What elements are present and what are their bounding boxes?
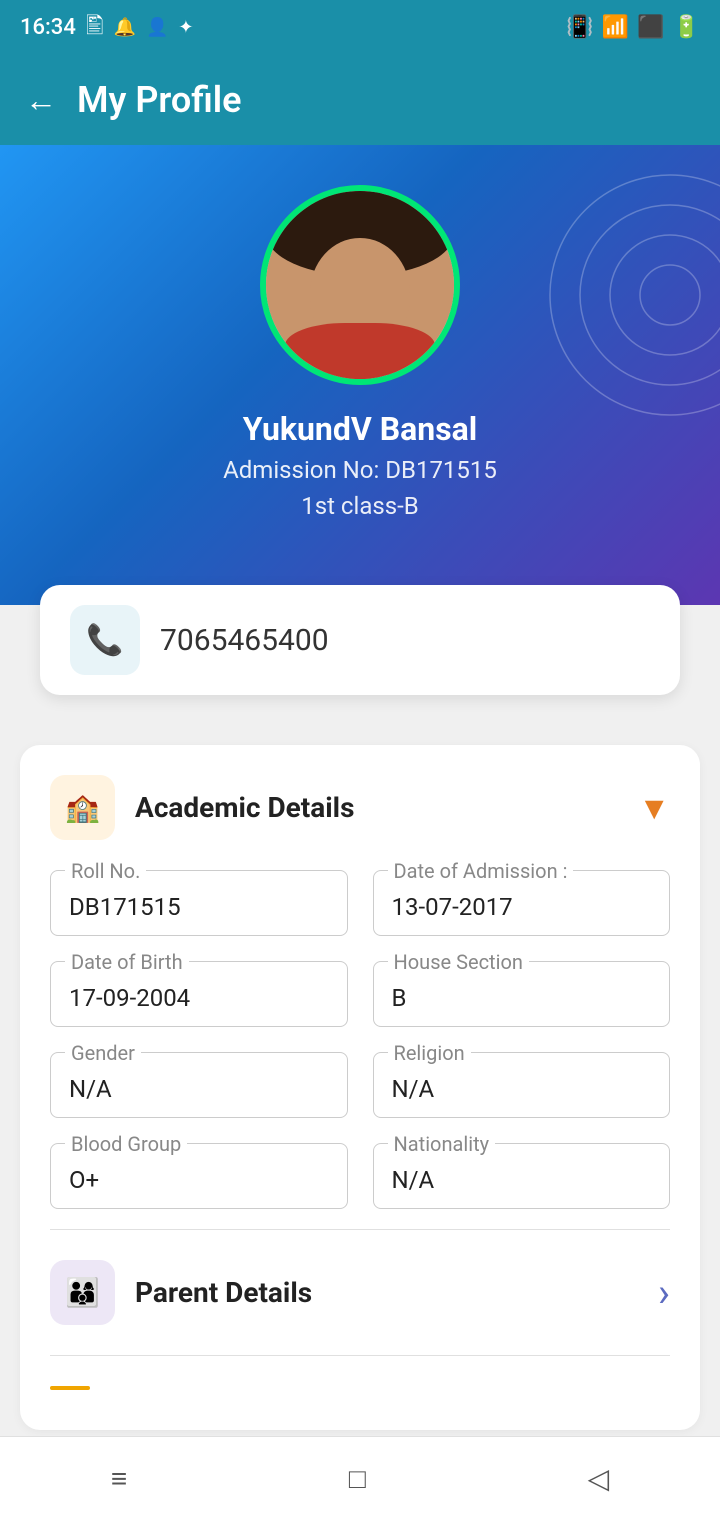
parent-icon: 👨‍👩‍👦 bbox=[65, 1276, 100, 1309]
parent-section-title: Parent Details bbox=[135, 1276, 312, 1309]
avatar bbox=[260, 185, 460, 385]
academic-fields-grid: Roll No. DB171515 Date of Admission : 13… bbox=[50, 870, 670, 1209]
value-roll-no: DB171515 bbox=[69, 893, 329, 921]
field-blood-group: Blood Group O+ bbox=[50, 1143, 348, 1209]
label-date-admission: Date of Admission : bbox=[388, 859, 574, 883]
bluetooth-icon: ✦ bbox=[178, 17, 193, 38]
value-blood-group: O+ bbox=[69, 1166, 329, 1194]
status-bar: 16:34 🖺 🔔 👤 ✦ 📳 📶 ⬛ 🔋 bbox=[0, 0, 720, 55]
decorative-circles bbox=[420, 145, 720, 545]
field-date-admission: Date of Admission : 13-07-2017 bbox=[373, 870, 671, 936]
academic-section-title: Academic Details bbox=[135, 791, 354, 824]
profile-image bbox=[266, 191, 454, 379]
field-house-section: House Section B bbox=[373, 961, 671, 1027]
value-gender: N/A bbox=[69, 1075, 329, 1103]
profile-admission: Admission No: DB171515 bbox=[223, 456, 497, 484]
parent-chevron-icon[interactable]: › bbox=[658, 1269, 670, 1316]
field-roll-no: Roll No. DB171515 bbox=[50, 870, 348, 936]
status-bar-right: 📳 📶 ⬛ 🔋 bbox=[566, 15, 700, 40]
field-nationality: Nationality N/A bbox=[373, 1143, 671, 1209]
bottom-nav: ≡ □ ◁ bbox=[0, 1436, 720, 1520]
value-house-section: B bbox=[392, 984, 652, 1012]
battery-icon: 🔋 bbox=[673, 15, 700, 40]
label-blood-group: Blood Group bbox=[65, 1132, 187, 1156]
details-card: 🏫 Academic Details ▼ Roll No. DB171515 D… bbox=[20, 745, 700, 1430]
parent-divider bbox=[50, 1355, 670, 1356]
vibrate-icon: 📳 bbox=[566, 15, 593, 40]
wifi-icon: 📶 bbox=[602, 15, 629, 40]
academic-icon: 🏫 bbox=[65, 791, 100, 824]
phone-number: 7065465400 bbox=[160, 623, 329, 658]
parent-section[interactable]: 👨‍👩‍👦 Parent Details › bbox=[50, 1250, 670, 1335]
page-title: My Profile bbox=[77, 79, 241, 121]
back-nav-icon[interactable]: ◁ bbox=[588, 1462, 610, 1495]
parent-icon-box: 👨‍👩‍👦 bbox=[50, 1260, 115, 1325]
screen-icon: ⬛ bbox=[637, 15, 664, 40]
back-button[interactable]: ← bbox=[25, 81, 57, 119]
profile-header: YukundV Bansal Admission No: DB171515 1s… bbox=[0, 145, 720, 625]
phone-card: 📞 7065465400 bbox=[40, 585, 680, 695]
label-date-birth: Date of Birth bbox=[65, 950, 189, 974]
profile-name: YukundV Bansal bbox=[243, 410, 477, 448]
value-date-admission: 13-07-2017 bbox=[392, 893, 652, 921]
field-date-birth: Date of Birth 17-09-2004 bbox=[50, 961, 348, 1027]
section-divider bbox=[50, 1229, 670, 1230]
more-indicators bbox=[50, 1376, 670, 1400]
avatar-icon: 👤 bbox=[146, 17, 168, 38]
academic-chevron-icon[interactable]: ▼ bbox=[638, 789, 670, 827]
label-religion: Religion bbox=[388, 1041, 471, 1065]
phone-icon: 📞 bbox=[86, 623, 123, 658]
home-icon[interactable]: □ bbox=[349, 1462, 366, 1495]
value-religion: N/A bbox=[392, 1075, 652, 1103]
label-nationality: Nationality bbox=[388, 1132, 496, 1156]
academic-icon-box: 🏫 bbox=[50, 775, 115, 840]
sim-icon: 🖺 bbox=[86, 9, 104, 47]
status-time: 16:34 bbox=[20, 15, 76, 40]
notification-icon: 🔔 bbox=[114, 17, 136, 38]
academic-section-header[interactable]: 🏫 Academic Details ▼ bbox=[50, 775, 670, 840]
main-content: 🏫 Academic Details ▼ Roll No. DB171515 D… bbox=[0, 715, 720, 1450]
value-date-birth: 17-09-2004 bbox=[69, 984, 329, 1012]
field-gender: Gender N/A bbox=[50, 1052, 348, 1118]
label-roll-no: Roll No. bbox=[65, 859, 146, 883]
phone-icon-box: 📞 bbox=[70, 605, 140, 675]
label-gender: Gender bbox=[65, 1041, 141, 1065]
academic-header-left: 🏫 Academic Details bbox=[50, 775, 354, 840]
menu-icon[interactable]: ≡ bbox=[111, 1462, 127, 1495]
status-bar-left: 16:34 🖺 🔔 👤 ✦ bbox=[20, 9, 193, 47]
label-house-section: House Section bbox=[388, 950, 529, 974]
field-religion: Religion N/A bbox=[373, 1052, 671, 1118]
profile-class: 1st class-B bbox=[301, 492, 419, 520]
top-bar: ← My Profile bbox=[0, 55, 720, 145]
parent-header-left: 👨‍👩‍👦 Parent Details bbox=[50, 1260, 312, 1325]
value-nationality: N/A bbox=[392, 1166, 652, 1194]
